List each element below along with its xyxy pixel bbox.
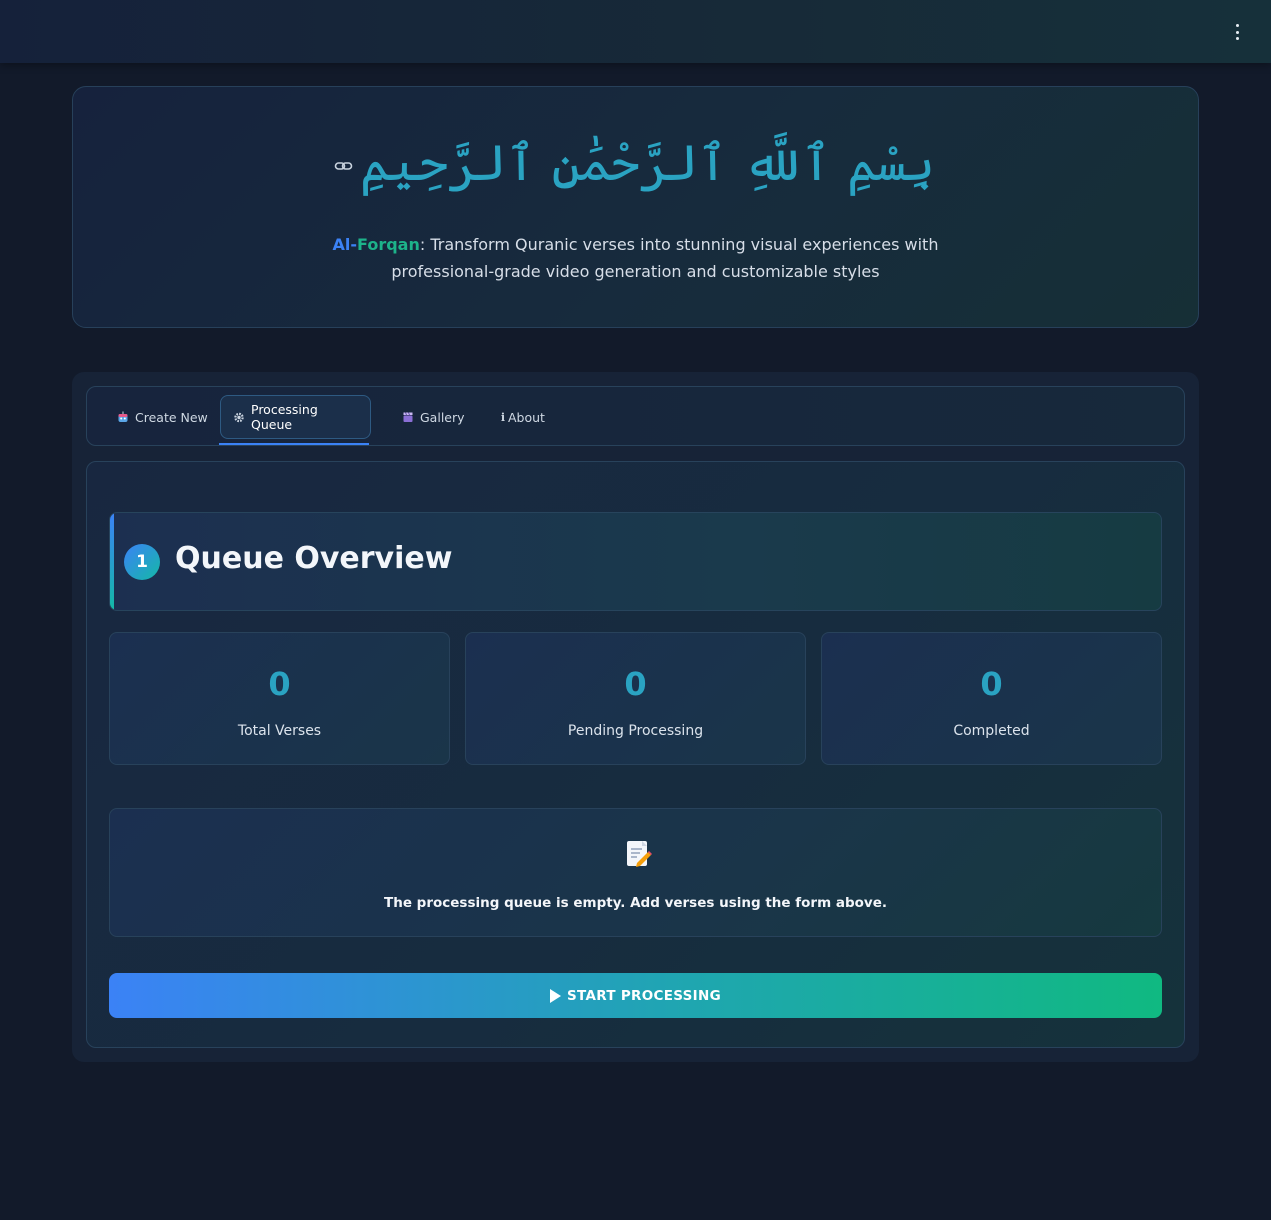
memo-icon xyxy=(623,839,653,869)
clapper-icon xyxy=(402,411,414,423)
brand-part-2: Forqan xyxy=(357,235,420,254)
empty-message-text: The processing queue is empty. Add verse… xyxy=(384,895,887,911)
robot-icon xyxy=(117,411,129,423)
section-title: Queue Overview xyxy=(175,541,453,576)
empty-queue-message: The processing queue is empty. Add verse… xyxy=(109,808,1162,937)
basmala-heading: بِسْمِ ٱللَّهِ ٱلرَّحْمَٰنِ ٱلرَّحِيمِ xyxy=(73,123,1198,203)
start-processing-label: START PROCESSING xyxy=(567,987,721,1004)
hero-banner: بِسْمِ ٱللَّهِ ٱلرَّحْمَٰنِ ٱلرَّحِيمِ A… xyxy=(72,86,1199,328)
tab-gallery[interactable]: Gallery xyxy=(390,395,477,439)
active-tab-indicator xyxy=(219,443,369,445)
tab-label: Create New xyxy=(135,409,208,425)
stat-value: 0 xyxy=(268,665,291,703)
stat-label: Pending Processing xyxy=(567,723,704,739)
link-icon[interactable] xyxy=(334,158,354,172)
tab-create-new[interactable]: Create New xyxy=(105,395,220,439)
tab-about[interactable]: i About xyxy=(488,395,557,439)
tab-label: Gallery xyxy=(420,409,465,425)
app-header xyxy=(0,0,1271,63)
stat-label: Completed xyxy=(953,723,1030,739)
stat-card-pending: 0 Pending Processing xyxy=(465,632,806,765)
more-vertical-icon[interactable] xyxy=(1231,24,1243,40)
brand-name: Al-Forqan xyxy=(333,235,420,254)
stat-value: 0 xyxy=(980,665,1003,703)
section-header: 1 Queue Overview xyxy=(109,512,1162,611)
start-processing-button[interactable]: START PROCESSING xyxy=(109,973,1162,1018)
tagline-line-1: : Transform Quranic verses into stunning… xyxy=(419,235,939,254)
tab-label: About xyxy=(508,409,545,425)
play-icon xyxy=(550,988,562,1003)
stat-label: Total Verses xyxy=(237,723,322,739)
gear-icon xyxy=(233,411,245,423)
stat-card-total: 0 Total Verses xyxy=(109,632,450,765)
tab-processing-queue[interactable]: Processing Queue xyxy=(220,395,371,439)
tagline-line-2: professional-grade video generation and … xyxy=(391,262,880,281)
hero-tagline: Al-Forqan: Transform Quranic verses into… xyxy=(73,231,1198,285)
basmala-text: بِسْمِ ٱللَّهِ ٱلرَّحْمَٰنِ ٱلرَّحِيمِ xyxy=(359,134,936,192)
stat-value: 0 xyxy=(624,665,647,703)
stat-card-completed: 0 Completed xyxy=(821,632,1162,765)
info-icon: i xyxy=(500,410,506,424)
tab-bar: Create New Processing Queue Gallery i Ab… xyxy=(86,386,1185,446)
step-badge: 1 xyxy=(124,544,160,580)
brand-part-1: Al- xyxy=(332,235,358,254)
tab-label: Processing Queue xyxy=(251,402,318,432)
